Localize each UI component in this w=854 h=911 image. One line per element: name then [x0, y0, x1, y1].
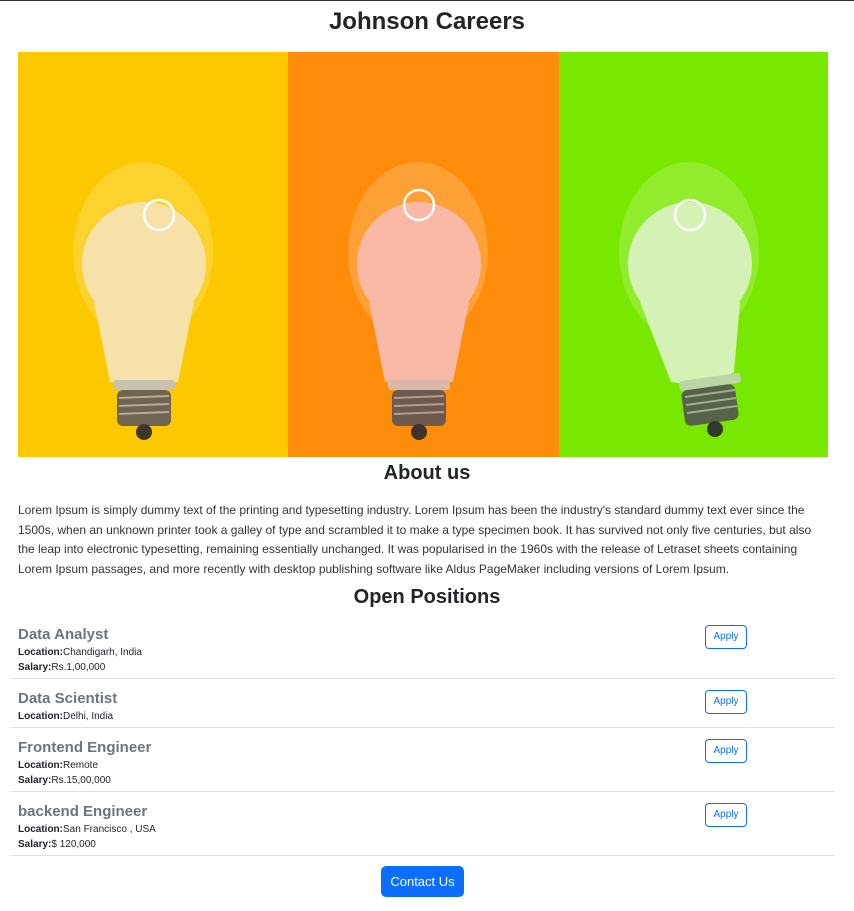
job-salary: Salary:Rs.1,00,000 [18, 660, 827, 675]
location-label: Location: [18, 647, 63, 658]
apply-button[interactable]: Apply [705, 739, 747, 763]
location-value: Chandigarh, India [63, 647, 142, 658]
page-title: Johnson Careers [328, 8, 526, 35]
salary-label: Salary: [18, 839, 52, 850]
salary-value: Rs.1,00,000 [51, 662, 106, 673]
location-value: Remote [63, 760, 99, 771]
apply-button[interactable]: Apply [705, 625, 747, 649]
location-label: Location: [18, 711, 63, 722]
location-label: Location: [18, 824, 63, 835]
lightbulb-icon [559, 52, 828, 457]
yellow-bulb-panel [18, 52, 288, 457]
apply-button[interactable]: Apply [705, 803, 747, 827]
salary-value: $ 120,000 [51, 839, 96, 850]
salary-label: Salary: [18, 775, 52, 786]
about-text: Lorem Ipsum is simply dummy text of the … [18, 503, 812, 576]
apply-button[interactable]: Apply [705, 690, 747, 714]
job-salary: Salary:Rs.15,00,000 [18, 773, 827, 788]
job-row-data-analyst: Data Analyst Location:Chandigarh, India … [10, 621, 835, 679]
lightbulb-icon [288, 52, 559, 457]
about-title: About us [383, 462, 471, 484]
lightbulb-icon [18, 52, 288, 457]
positions-title: Open Positions [353, 586, 501, 608]
job-row-data-scientist: Data Scientist Location:Delhi, India App… [10, 679, 835, 728]
hero-image [18, 52, 828, 457]
location-label: Location: [18, 760, 63, 771]
job-row-frontend-engineer: Frontend Engineer Location:Remote Salary… [10, 728, 835, 792]
job-list: Data Analyst Location:Chandigarh, India … [10, 621, 835, 856]
green-bulb-panel [559, 52, 828, 457]
job-salary: Salary:$ 120,000 [18, 837, 827, 852]
job-row-backend-engineer: backend Engineer Location:San Francisco … [10, 792, 835, 856]
contact-us-button[interactable]: Contact Us [381, 866, 464, 897]
salary-value: Rs.15,00,000 [51, 775, 111, 786]
orange-bulb-panel [288, 52, 559, 457]
location-value: Delhi, India [63, 711, 114, 722]
salary-label: Salary: [18, 662, 52, 673]
location-value: San Francisco , USA [63, 824, 156, 835]
